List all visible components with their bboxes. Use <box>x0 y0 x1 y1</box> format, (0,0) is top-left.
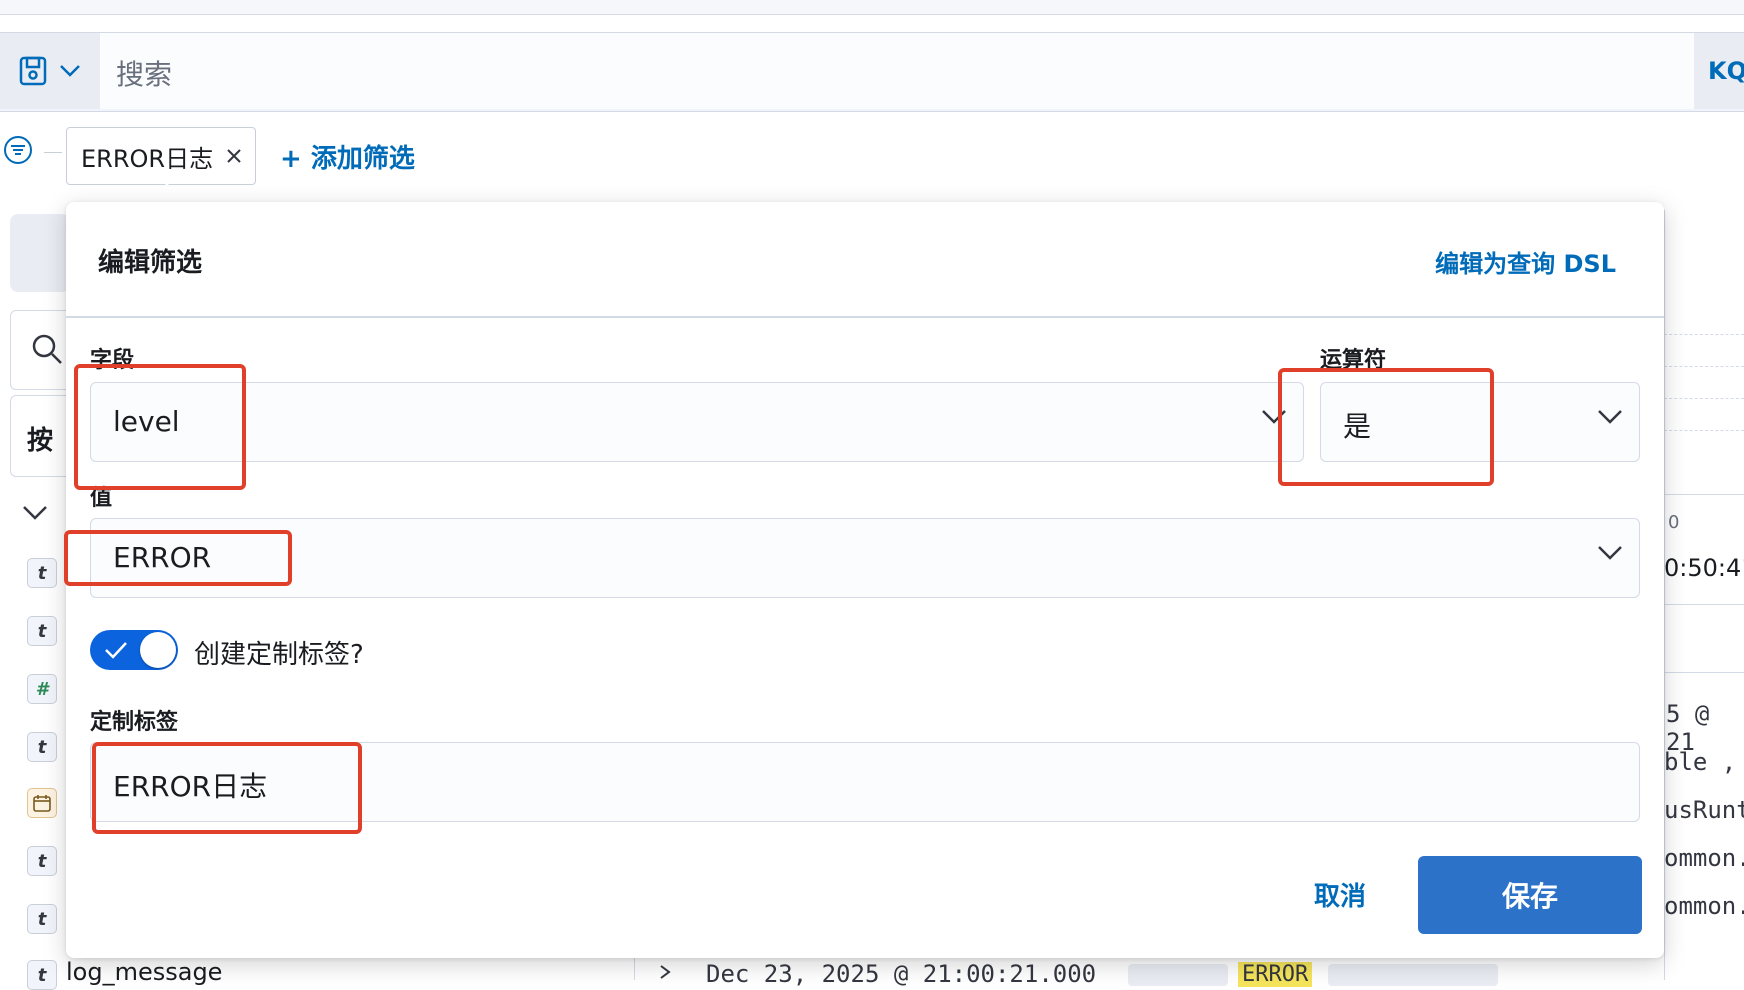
annotation-value-highlight <box>64 530 292 586</box>
sidebar-sort[interactable]: 按 <box>10 395 72 477</box>
doc-table-rule <box>1664 366 1744 367</box>
field-combobox[interactable]: level <box>90 382 1304 462</box>
search-placeholder: 搜索 <box>116 58 173 91</box>
filter-connector <box>44 152 62 153</box>
doc-field-badge <box>1128 964 1228 986</box>
chevron-down-icon <box>1598 410 1622 424</box>
doc-text-fragment: ble , <box>1664 748 1737 776</box>
doc-time-fragment: 0:50:41 <box>1664 554 1744 582</box>
sidebar-search[interactable] <box>10 310 72 390</box>
doc-text-fragment: usRunt <box>1664 796 1744 824</box>
chevron-down-icon[interactable] <box>22 505 48 521</box>
field-type-badge: # <box>27 674 57 704</box>
popover-title: 编辑筛选 <box>98 248 203 278</box>
field-type-badge: t <box>27 960 57 990</box>
annotation-field-highlight <box>74 364 246 490</box>
custom-label-label: 定制标签 <box>90 710 179 735</box>
chevron-down-icon <box>1598 546 1622 560</box>
check-icon <box>105 642 127 659</box>
sidebar-sort-label: 按 <box>27 426 54 456</box>
edit-filter-popover: 编辑筛选 编辑为查询 DSL 字段 level 运算符 是 值 ERROR 创建… <box>66 202 1664 958</box>
doc-highlight-badge: ERROR <box>1238 962 1313 987</box>
field-type-badge: t <box>27 732 57 762</box>
cancel-button[interactable]: 取消 <box>1314 876 1366 913</box>
field-type-badge: t <box>27 904 57 934</box>
doc-timestamp: Dec 23, 2025 @ 21:00:21.000 <box>706 960 1097 988</box>
sidebar-panel-header <box>10 214 70 292</box>
doc-table-rule <box>1664 334 1744 335</box>
custom-label-switch[interactable] <box>90 630 178 670</box>
search-input[interactable]: 搜索 <box>100 33 1694 109</box>
field-type-badge: t <box>27 558 57 588</box>
search-icon <box>32 334 62 364</box>
save-icon <box>19 56 47 86</box>
saved-query-button[interactable] <box>0 33 100 109</box>
value-combobox[interactable]: ERROR <box>90 518 1640 598</box>
filter-menu-icon[interactable] <box>2 134 34 170</box>
switch-knob <box>140 632 176 668</box>
doc-header-fragment: 0 <box>1668 512 1680 533</box>
filter-pill[interactable]: ERROR日志 <box>66 127 256 185</box>
chevron-down-icon <box>60 65 80 77</box>
edit-as-dsl-link[interactable]: 编辑为查询 DSL <box>1435 244 1616 279</box>
close-icon[interactable] <box>225 147 243 165</box>
doc-text-fragment: ommon. <box>1664 892 1744 920</box>
kql-toggle[interactable]: KQ <box>1694 33 1744 109</box>
annotation-custom-label-highlight <box>92 742 362 834</box>
expand-row-icon[interactable] <box>658 964 672 980</box>
doc-text-fragment: ommon. <box>1664 844 1744 872</box>
doc-row-rule <box>1664 604 1744 605</box>
field-type-badge: t <box>27 846 57 876</box>
doc-table-rule <box>1664 430 1744 431</box>
doc-table-header-rule <box>1664 494 1744 495</box>
field-type-badge: t <box>27 616 57 646</box>
top-strip <box>0 0 1744 15</box>
popover-arrow <box>147 183 187 203</box>
save-button[interactable]: 保存 <box>1418 856 1642 934</box>
sidebar-field-name[interactable]: log_message <box>66 958 222 986</box>
doc-row-rule <box>1664 672 1744 673</box>
doc-field-badge <box>1328 964 1498 986</box>
popover-divider <box>66 316 1664 318</box>
annotation-operator-highlight <box>1278 368 1494 486</box>
doc-table-rule <box>1664 398 1744 399</box>
calendar-icon <box>27 788 57 818</box>
add-filter-button[interactable]: + 添加筛选 <box>280 138 415 175</box>
filter-pill-label: ERROR日志 <box>81 144 214 173</box>
custom-label-switch-label: 创建定制标签? <box>194 640 364 670</box>
